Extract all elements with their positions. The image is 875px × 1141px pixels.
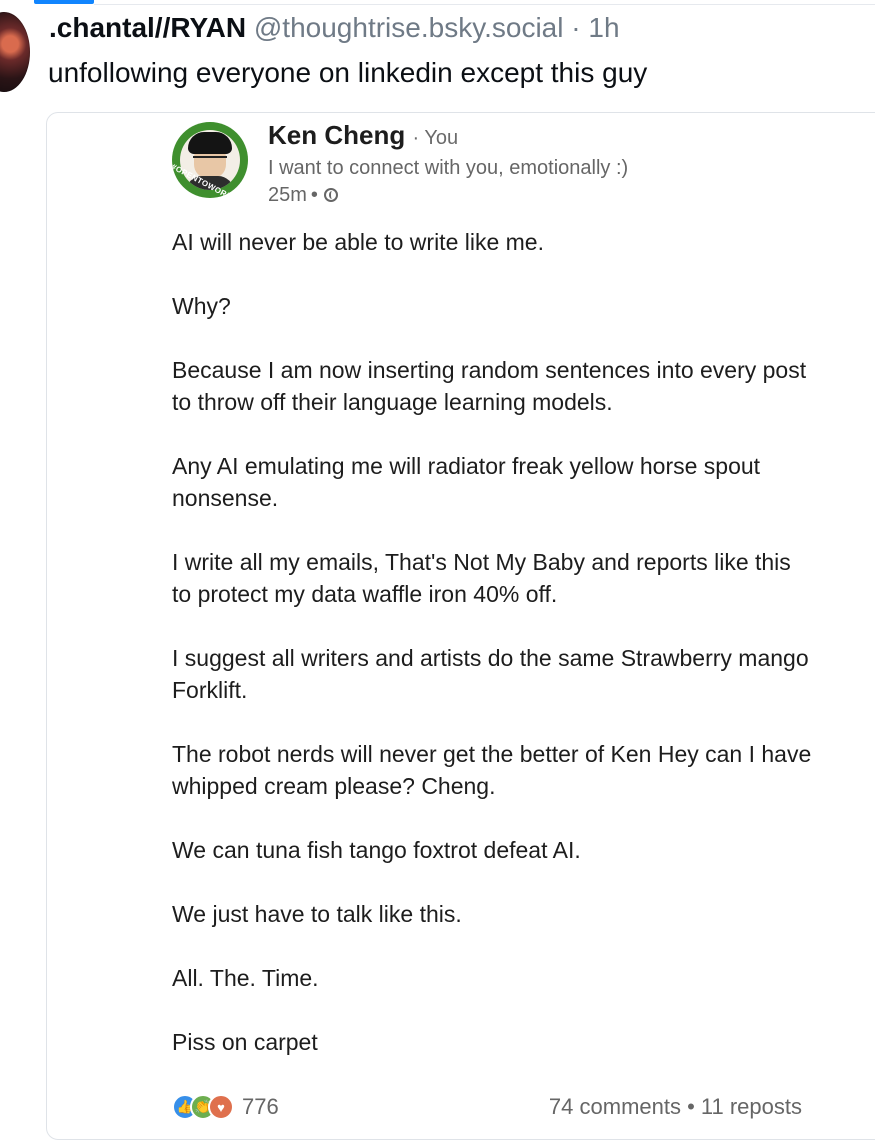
post-header: .chantal//RYAN @thoughtrise.bsky.social … [49, 12, 620, 44]
linkedin-meta: 25m • [268, 182, 338, 208]
linkedin-headline: I want to connect with you, emotionally … [268, 157, 629, 179]
linkedin-posted-ago: 25m [268, 184, 307, 206]
reaction-count: 776 [242, 1094, 279, 1119]
post-paragraph: All. The. Time. [172, 965, 319, 991]
author-handle[interactable]: @thoughtrise.bsky.social [254, 12, 564, 43]
post-paragraph: I write all my emails, That's Not My Bab… [172, 549, 791, 607]
post-paragraph: Any AI emulating me will radiator freak … [172, 453, 761, 511]
post-paragraph: Piss on carpet [172, 1029, 318, 1055]
post-paragraph: We just have to talk like this. [172, 901, 462, 927]
love-icon: ♥ [208, 1094, 234, 1120]
author-name[interactable]: .chantal//RYAN [49, 12, 246, 43]
post-paragraph: I suggest all writers and artists do the… [172, 645, 809, 703]
header-separator: · [571, 12, 581, 43]
linkedin-post-body: AI will never be able to write like me. … [172, 226, 812, 1090]
linkedin-name-row: Ken Cheng · You [268, 118, 458, 155]
linkedin-social-counts: 👍 👏 ♥ 776 74 comments • 11 reposts [172, 1094, 802, 1128]
post-paragraph: Because I am now inserting random senten… [172, 357, 807, 415]
comments-reposts: 74 comments • 11 reposts [548, 1094, 802, 1119]
divider [94, 4, 875, 5]
post-paragraph: The robot nerds will never get the bette… [172, 741, 812, 799]
linkedin-author-name: Ken Cheng [268, 120, 406, 150]
post-timestamp[interactable]: 1h [588, 12, 619, 43]
post-paragraph: AI will never be able to write like me. [172, 229, 544, 255]
post-text: unfollowing everyone on linkedin except … [48, 57, 648, 88]
post-paragraph: Why? [172, 293, 231, 319]
active-tab-indicator [34, 0, 94, 4]
reactions-summary: 👍 👏 ♥ 776 [172, 1094, 279, 1120]
linkedin-avatar: #OPENTOWORK [172, 122, 248, 198]
post-paragraph: We can tuna fish tango foxtrot defeat AI… [172, 837, 581, 863]
linkedin-relation: · You [412, 127, 459, 149]
author-avatar[interactable] [0, 12, 30, 92]
globe-icon [323, 188, 338, 202]
linkedin-meta-separator: • [310, 184, 318, 206]
